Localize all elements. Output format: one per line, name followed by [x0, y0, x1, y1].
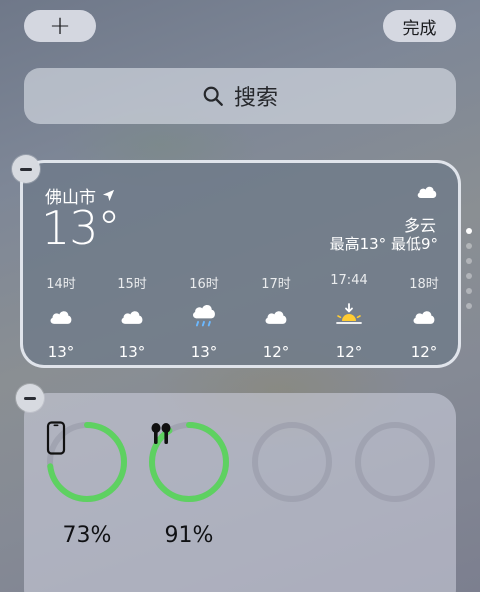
battery-percentage: 91%	[164, 523, 214, 548]
hourly-item: 17时 12°	[246, 273, 306, 361]
minus-icon	[20, 167, 32, 171]
battery-percentage: 73%	[62, 523, 112, 548]
battery-ring	[251, 421, 333, 503]
battery-ring	[46, 421, 128, 503]
done-button[interactable]: 完成	[383, 10, 456, 42]
hour-temperature: 13°	[47, 343, 75, 361]
add-widget-button[interactable]: +	[24, 10, 96, 42]
hour-time: 18时	[409, 277, 439, 292]
battery-item: 91%	[148, 421, 230, 548]
weather-widget[interactable]: 佛山市 13° 多云 最高13° 最低9° 14时 13° 15时 13° 16…	[20, 160, 461, 368]
battery-ring	[354, 421, 436, 503]
hourly-forecast: 14时 13° 15时 13° 16时 13° 17时 12° 17:44 12…	[23, 273, 458, 363]
hourly-item: 18时 12°	[394, 273, 454, 361]
cloud-icon	[102, 299, 162, 333]
cloud-icon	[31, 299, 91, 333]
minus-icon	[24, 396, 36, 400]
hour-temperature: 12°	[335, 343, 363, 361]
hourly-item: 17:44 12°	[319, 273, 379, 361]
search-label: 搜索	[233, 86, 278, 111]
battery-item-empty	[354, 421, 436, 523]
page-dot	[466, 258, 472, 264]
remove-widget-button[interactable]	[16, 384, 44, 412]
page-indicator[interactable]	[464, 228, 474, 318]
hour-time: 16时	[189, 277, 219, 292]
hourly-item: 16时 13°	[174, 273, 234, 361]
batteries-widget[interactable]: 73% 91%	[24, 393, 456, 592]
page-dot	[466, 303, 472, 309]
hour-temperature: 13°	[118, 343, 146, 361]
hour-temperature: 13°	[190, 343, 218, 361]
search-icon	[203, 86, 223, 106]
hourly-item: 15时 13°	[102, 273, 162, 361]
hour-time: 14时	[46, 277, 76, 292]
page-dot	[466, 243, 472, 249]
page-dot	[466, 228, 472, 234]
hour-temperature: 12°	[262, 343, 290, 361]
hour-time: 17:44	[330, 273, 368, 288]
battery-item-empty	[251, 421, 333, 523]
current-temperature: 13°	[41, 201, 121, 255]
remove-widget-button[interactable]	[12, 155, 40, 183]
search-bar[interactable]: 搜索	[24, 68, 456, 124]
high-low-temperature: 最高13° 最低9°	[329, 235, 438, 253]
cloud-icon	[246, 299, 306, 333]
hour-time: 17时	[261, 277, 291, 292]
hour-temperature: 12°	[410, 343, 438, 361]
cloud-rain-icon	[174, 299, 234, 333]
page-dot	[466, 273, 472, 279]
sunset-icon	[319, 299, 379, 333]
phone-icon	[46, 421, 128, 503]
cloud-icon	[416, 183, 438, 203]
cloud-icon	[394, 299, 454, 333]
hourly-item: 14时 13°	[31, 273, 91, 361]
battery-ring	[148, 421, 230, 503]
airpods-icon	[148, 421, 230, 503]
page-dot	[466, 288, 472, 294]
battery-item: 73%	[46, 421, 128, 548]
hour-time: 15时	[117, 277, 147, 292]
